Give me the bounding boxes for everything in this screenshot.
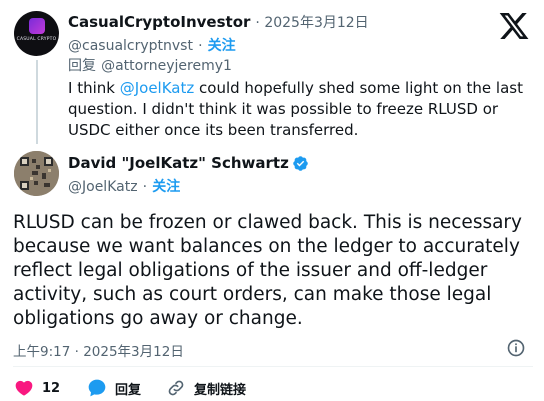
follow-button[interactable]: 关注 [208,38,236,54]
reply-icon [88,379,106,397]
avatar-logo-text: CASUAL CRYPTO [16,37,57,42]
tweet-text: RLUSD can be frozen or clawed back. This… [13,212,522,329]
mention-link[interactable]: @JoelKatz [120,79,195,97]
copy-link-label: 复制链接 [194,382,247,398]
post-date[interactable]: · 2025年3月12日 [255,12,368,32]
main-handle-row: @JoelKatz · 关注 [68,176,180,196]
qr-avatar-icon [14,151,59,196]
reply-label: 回复 [68,58,96,74]
avatar[interactable]: CASUAL CRYPTO [14,11,59,56]
x-logo-icon[interactable] [498,10,530,42]
reply-to-handle[interactable]: @attorneyjeremy1 [101,58,232,74]
follow-button[interactable]: 关注 [152,179,180,195]
author-name[interactable]: David "JoelKatz" Schwartz [68,154,289,172]
reply-text: I think @JoelKatz could hopefully shed s… [68,78,528,141]
like-count: 12 [42,380,61,396]
copy-link-button[interactable]: 复制链接 [166,378,246,398]
thread-line [36,60,38,144]
reply-label: 回复 [115,382,142,398]
like-button[interactable]: 12 [14,378,60,398]
divider [13,366,533,367]
verified-badge-icon[interactable] [292,155,309,172]
author-handle[interactable]: @casualcryptnvst [68,38,193,54]
reply-handle-row: @casualcryptnvst · 关注 [68,35,236,55]
main-header: David "JoelKatz" Schwartz [68,154,309,172]
author-handle[interactable]: @JoelKatz [68,179,138,195]
tweet-timestamp[interactable]: 上午9:17 · 2025年3月12日 [13,340,184,360]
avatar[interactable] [14,151,59,196]
author-name[interactable]: CasualCryptoInvestor [68,13,250,31]
replying-to: 回复 @attorneyjeremy1 [68,55,232,75]
reply-header: CasualCryptoInvestor · 2025年3月12日 [68,12,369,32]
crypto-logo-icon [29,18,45,34]
info-icon[interactable] [506,338,526,358]
heart-icon [15,380,33,396]
dot-separator: · [198,38,203,54]
dot-separator: · [142,179,148,195]
reply-text-prefix: I think [68,79,120,97]
reply-button[interactable]: 回复 [87,378,141,398]
link-icon [168,380,184,396]
